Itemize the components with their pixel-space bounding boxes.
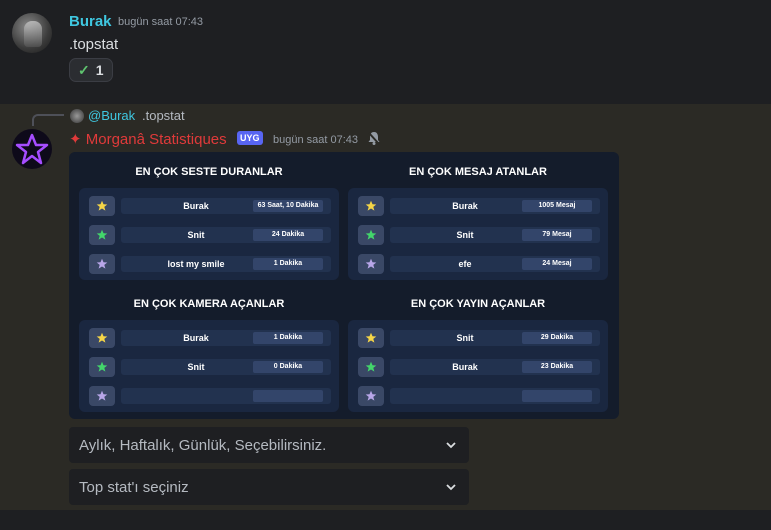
- row-value: 1 Dakika: [253, 258, 323, 270]
- row-name: Snit: [187, 230, 205, 240]
- row-name: [121, 388, 271, 404]
- row-value: [522, 390, 592, 402]
- row-value: 1 Dakika: [253, 332, 323, 344]
- row-name: efe: [458, 259, 472, 269]
- bot-avatar[interactable]: [12, 129, 52, 169]
- star-icon: [358, 386, 384, 406]
- row-name: Burak: [183, 201, 209, 211]
- row-value: [253, 390, 323, 402]
- row-value: 29 Dakika: [522, 332, 592, 344]
- star-icon: [89, 196, 115, 216]
- stats-row: Burak 1 Dakika: [89, 328, 331, 348]
- stats-row: Snit 24 Dakika: [89, 225, 331, 245]
- row-name: [390, 388, 540, 404]
- star-icon: [358, 254, 384, 274]
- app-badge: UYG: [237, 131, 263, 145]
- row-value: 24 Dakika: [253, 229, 323, 241]
- reaction-check[interactable]: ✓ 1: [69, 58, 113, 82]
- row-name: Snit: [187, 362, 205, 372]
- stats-row: Burak 63 Saat, 10 Dakika: [89, 196, 331, 216]
- panel-title: EN ÇOK MESAJ ATANLAR: [409, 166, 547, 178]
- stats-row: Snit 79 Mesaj: [358, 225, 600, 245]
- period-select-placeholder: Aylık, Haftalık, Günlük, Seçebilirsiniz.: [79, 436, 327, 454]
- stats-panel: Burak 63 Saat, 10 Dakika Snit 24 Dakika lost…: [79, 188, 339, 280]
- stats-row: Snit 0 Dakika: [89, 357, 331, 377]
- purple-star-icon: [15, 133, 49, 165]
- row-name: Snit: [456, 333, 474, 343]
- username[interactable]: Burak: [69, 13, 112, 30]
- star-icon: [89, 225, 115, 245]
- stats-row: Burak 23 Dakika: [358, 357, 600, 377]
- avatar-figure: [24, 21, 42, 47]
- stats-panel: Burak 1005 Mesaj Snit 79 Mesaj efe 24 Mesaj: [348, 188, 608, 280]
- period-select[interactable]: Aylık, Haftalık, Günlük, Seçebilirsiniz.: [69, 427, 469, 463]
- muted-bell-icon: [368, 132, 380, 145]
- row-value: 24 Mesaj: [522, 258, 592, 270]
- star-icon: [89, 386, 115, 406]
- stats-row: lost my smile 1 Dakika: [89, 254, 331, 274]
- chevron-down-icon: [446, 442, 456, 449]
- star-icon: [89, 357, 115, 377]
- bottom-bar: [0, 510, 771, 530]
- bot-name[interactable]: ✦ Morganâ Statistiques: [69, 130, 227, 148]
- star-icon: [358, 357, 384, 377]
- row-name: Burak: [452, 362, 478, 372]
- star-icon: [89, 328, 115, 348]
- message-burak: Burak bugün saat 07:43 .topstat ✓ 1: [0, 0, 771, 104]
- stats-row: Snit 29 Dakika: [358, 328, 600, 348]
- star-icon: [89, 254, 115, 274]
- row-value: 1005 Mesaj: [522, 200, 592, 212]
- panel-title: EN ÇOK YAYIN AÇANLAR: [410, 298, 546, 310]
- reply-connector: [32, 114, 64, 126]
- topstat-select-placeholder: Top stat'ı seçiniz: [79, 478, 189, 496]
- row-name: Snit: [456, 230, 474, 240]
- timestamp: bugün saat 07:43: [118, 16, 204, 28]
- star-icon: [358, 225, 384, 245]
- user-avatar[interactable]: [12, 13, 52, 53]
- row-value: 79 Mesaj: [522, 229, 592, 241]
- row-value: 0 Dakika: [253, 361, 323, 373]
- stats-panel: Snit 29 Dakika Burak 23 Dakika: [348, 320, 608, 412]
- star-icon: [358, 196, 384, 216]
- row-value: 63 Saat, 10 Dakika: [253, 200, 323, 212]
- reply-avatar: [70, 109, 84, 123]
- star-icon: [358, 328, 384, 348]
- row-name: Burak: [452, 201, 478, 211]
- stats-row: efe 24 Mesaj: [358, 254, 600, 274]
- timestamp: bugün saat 07:43: [273, 134, 359, 146]
- row-value: 23 Dakika: [522, 361, 592, 373]
- chevron-down-icon: [446, 484, 456, 491]
- stats-row: [89, 386, 331, 406]
- message-content: .topstat: [69, 36, 119, 53]
- row-name: Burak: [183, 333, 209, 343]
- panel-title: EN ÇOK SESTE DURANLAR: [135, 166, 283, 178]
- reply-username[interactable]: @Burak: [88, 108, 135, 123]
- panel-title: EN ÇOK KAMERA AÇANLAR: [133, 298, 285, 310]
- stats-panel: Burak 1 Dakika Snit 0 Dakika: [79, 320, 339, 412]
- row-name: lost my smile: [167, 259, 225, 269]
- reply-text[interactable]: .topstat: [142, 108, 185, 123]
- topstat-select[interactable]: Top stat'ı seçiniz: [69, 469, 469, 505]
- stats-row: [358, 386, 600, 406]
- stats-row: Burak 1005 Mesaj: [358, 196, 600, 216]
- check-icon: ✓: [78, 61, 90, 78]
- reaction-count: 1: [95, 62, 104, 78]
